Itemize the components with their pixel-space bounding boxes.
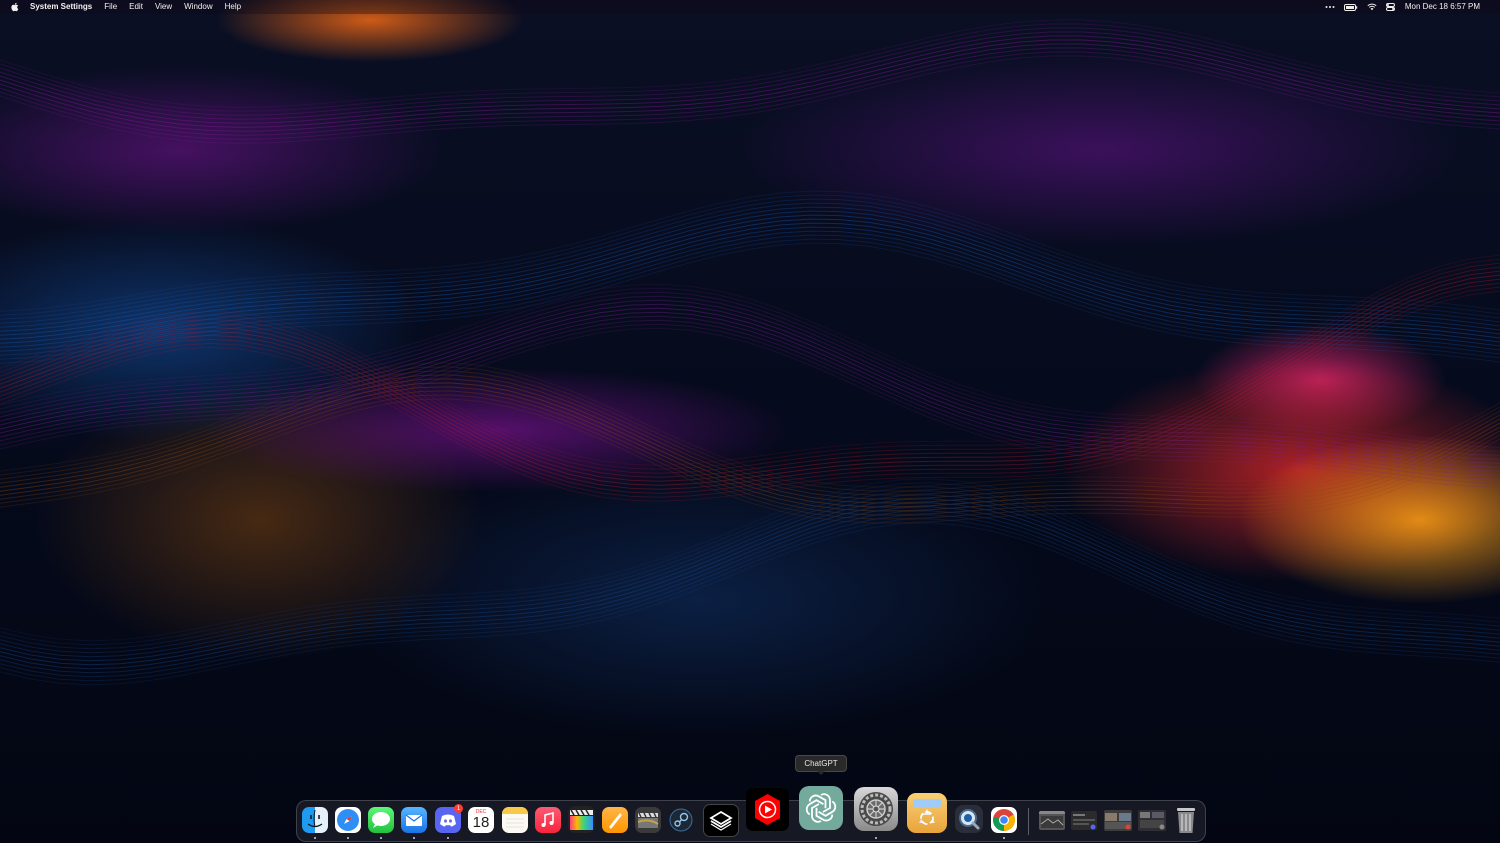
wifi-icon[interactable] (1367, 3, 1377, 11)
dock-tooltip: ChatGPT (795, 755, 847, 775)
minimized-window-icon (1140, 812, 1165, 830)
wallpaper-contour-line (0, 55, 1500, 144)
trash-icon (1177, 808, 1195, 833)
dock-pages[interactable] (602, 807, 628, 833)
chatgpt-icon (805, 793, 837, 823)
dock-mail[interactable] (401, 807, 427, 833)
running-indicator (875, 837, 877, 839)
dock-trash[interactable] (1173, 805, 1199, 835)
tooltip-label: ChatGPT (804, 759, 838, 768)
dock-steam[interactable] (668, 807, 694, 833)
wallpaper-contour-line (0, 254, 1500, 466)
running-indicator (413, 837, 415, 839)
mail-icon (405, 814, 423, 826)
dock-final-cut[interactable] (568, 806, 595, 833)
cube-icon (709, 810, 733, 831)
wallpaper-contour-line (0, 386, 1500, 512)
wallpaper-contour-line (0, 327, 1500, 488)
menu-file[interactable]: File (104, 0, 117, 14)
dock-calendar[interactable]: DEC 18 (468, 807, 494, 833)
running-indicator (1003, 837, 1005, 839)
notes-icon (502, 807, 528, 828)
badge-count: 1 (456, 805, 461, 812)
dock-messages[interactable] (368, 807, 394, 833)
dock-quicktime[interactable] (955, 805, 983, 833)
wallpaper-contour-line (0, 382, 1500, 508)
control-center-icon[interactable] (1385, 3, 1395, 11)
dock-system-settings[interactable] (854, 787, 898, 831)
minimized-window-icon (1039, 811, 1065, 828)
menu-clock[interactable]: Mon Dec 18 6:57 PM (1405, 0, 1480, 14)
dock-safari[interactable] (335, 807, 361, 833)
dock-notes[interactable] (502, 807, 528, 833)
music-icon (541, 811, 554, 827)
desktop[interactable]: System Settings File Edit View Window He… (0, 0, 1500, 843)
dock-chrome[interactable] (991, 807, 1017, 833)
wallpaper-contour-line (0, 390, 1500, 516)
running-indicator (314, 837, 316, 839)
wallpaper-contour-line (0, 490, 1500, 654)
running-indicator (447, 837, 449, 839)
wallpaper-contour-line (0, 262, 1500, 474)
menu-help[interactable]: Help (225, 0, 241, 14)
dock-minimized-window-1[interactable] (1039, 811, 1065, 830)
final-cut-icon (570, 809, 593, 830)
wallpaper (0, 19, 1500, 686)
menu-bar: System Settings File Edit View Window He… (0, 0, 1500, 14)
minimized-window-icon (1073, 814, 1096, 830)
app-menu-system-settings[interactable]: System Settings (30, 0, 92, 14)
dock-youtube[interactable] (746, 788, 789, 831)
quicktime-icon (959, 809, 980, 830)
dock: 1 DEC 18 (296, 786, 1206, 842)
wallpaper-contour-line (0, 494, 1500, 658)
notification-badge: 1 (454, 804, 463, 813)
dock-minimized-window-2[interactable] (1071, 811, 1097, 830)
steam-icon (669, 808, 693, 832)
wallpaper-contour-line (0, 258, 1500, 470)
recycle-box-icon (913, 799, 941, 825)
chrome-icon (993, 809, 1015, 831)
dock-sketch-app[interactable] (703, 804, 739, 837)
youtube-icon (755, 794, 780, 825)
dock-chatgpt[interactable] (799, 786, 843, 830)
menu-window[interactable]: Window (184, 0, 212, 14)
messages-icon (372, 812, 390, 828)
apple-menu-icon[interactable] (10, 2, 20, 13)
minimized-window-icon (1105, 813, 1131, 830)
dock-finder[interactable] (302, 807, 328, 833)
running-indicator (380, 837, 382, 839)
dock-archive-utility[interactable] (907, 793, 947, 833)
wallpaper-contour-line (0, 283, 1500, 444)
running-indicator (347, 837, 349, 839)
dock-minimized-window-3[interactable] (1104, 810, 1132, 831)
pages-icon (609, 813, 622, 829)
dock-compressor[interactable] (635, 807, 661, 833)
menu-view[interactable]: View (155, 0, 172, 14)
clapper-icon (637, 812, 659, 828)
finder-icon (307, 809, 323, 828)
wallpaper-contour-line (0, 374, 1500, 500)
safari-icon (337, 809, 359, 831)
dock-minimized-window-4[interactable] (1138, 810, 1166, 831)
calendar-day: 18 (472, 814, 490, 831)
dock-music[interactable] (535, 807, 561, 833)
dock-separator (1028, 808, 1029, 835)
wallpaper-contour-line (0, 51, 1500, 140)
battery-icon[interactable] (1343, 3, 1358, 11)
settings-gear-icon (859, 792, 893, 826)
wallpaper-contour-line (0, 234, 1500, 356)
menu-edit[interactable]: Edit (129, 0, 143, 14)
wallpaper-contour-line (0, 378, 1500, 504)
more-icon[interactable] (1325, 5, 1335, 9)
